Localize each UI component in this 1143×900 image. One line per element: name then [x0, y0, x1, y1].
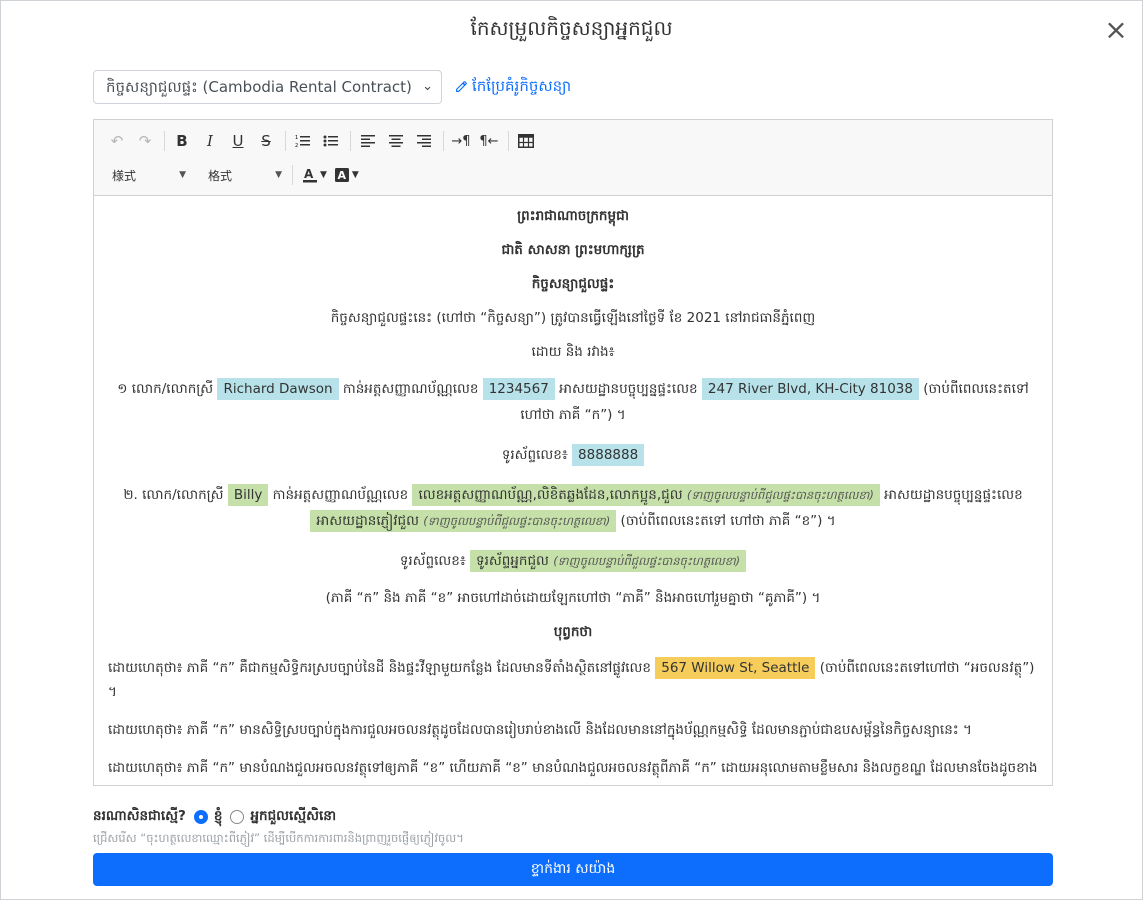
text-color-icon: A: [303, 167, 317, 183]
signer-option-me-label[interactable]: ខ្ញុំ: [214, 807, 223, 827]
edit-icon: [456, 81, 467, 92]
signer-option-me-radio[interactable]: [193, 810, 208, 824]
party2-prefix: ២. លោក/លោកស្រី: [123, 487, 224, 503]
doc-between: ដោយ និង រវាង៖: [531, 344, 615, 360]
signer-option-tenant-radio[interactable]: [230, 810, 245, 824]
rich-text-editor: ↶ ↷ B I U S 12 →¶ ¶← 様式 ▼ 格式 ▼ A ▼ A ▼ ព…: [93, 119, 1053, 786]
toolbar-separator: [350, 131, 351, 151]
toolbar-separator: [443, 131, 444, 151]
party2-address-hint: (ទាញចូលបន្ទាប់ពីជួលផ្ទះបានចុះហត្ថលេខា): [423, 514, 611, 528]
align-right-icon[interactable]: [411, 128, 437, 154]
rtl-icon[interactable]: ¶←: [476, 128, 502, 154]
chevron-down-icon: ▼: [320, 170, 327, 180]
signer-row: នរណាសិនជាស្មើ? ខ្ញុំ អ្នកជួលស្មើសិនោ: [93, 807, 1053, 827]
doc-heading-motto: ជាតិ សាសនា ព្រះមហាក្សត្រ: [501, 242, 645, 258]
align-left-icon[interactable]: [355, 128, 381, 154]
whereas-2: ដោយហេតុថា៖ ភាគី “ក” មានសិទ្ធិស្របច្បាប់ក…: [108, 722, 972, 738]
party2-address-placeholder: អាសយដ្ឋានភ្ញៀវជួល: [316, 513, 419, 529]
party2-phone-placeholder: ទូរស័ព្ទអ្នកជួល: [476, 553, 549, 569]
toolbar-separator: [292, 165, 293, 185]
edit-contract-modal: កែសម្រួលកិច្ចសន្យាអ្នកជួល × កិច្ចសន្យាជួ…: [0, 0, 1143, 900]
template-select[interactable]: កិច្ចសន្យាជួលផ្ទះ (Cambodia Rental Contr…: [93, 70, 442, 104]
toolbar-separator: [508, 131, 509, 151]
party1-address-label: អាសយដ្ឋានបច្ចុប្បន្នផ្ទះលេខ: [559, 381, 698, 397]
party2-address-label: អាសយដ្ឋានបច្ចុប្បន្នផ្ទះលេខ: [884, 487, 1023, 503]
party2-suffix: (ចាប់ពីពេលនេះតទៅ ហៅថា ភាគី “ខ”) ។: [620, 513, 836, 529]
whereas-3: ដោយហេតុថា៖ ភាគី “ក” មានបំណងជួលអចលនវត្ថុទ…: [108, 760, 1038, 785]
party1-prefix: ១ លោក/លោកស្រី: [117, 381, 214, 397]
bullet-list-icon[interactable]: [318, 128, 344, 154]
party2-phone-hint: (ទាញចូលបន្ទាប់ពីជួលផ្ទះបានចុះហត្ថលេខា): [553, 554, 741, 568]
toolbar-separator: [285, 131, 286, 151]
party1-phone-paragraph: ទូរស័ព្ទលេខ៖ 8888888: [108, 442, 1038, 468]
editor-toolbar: ↶ ↷ B I U S 12 →¶ ¶← 様式 ▼ 格式 ▼ A ▼ A ▼: [94, 120, 1052, 196]
style-combo-label: 様式: [112, 168, 137, 183]
party1-phone-field[interactable]: 8888888: [572, 444, 645, 466]
property-address-field[interactable]: 567 Willow St, Seattle: [655, 657, 816, 679]
party2-phone-field[interactable]: ទូរស័ព្ទអ្នកជួល (ទាញចូលបន្ទាប់ពីជួលផ្ទះប…: [470, 550, 747, 572]
strikethrough-icon[interactable]: S: [253, 128, 279, 154]
svg-text:1: 1: [295, 135, 298, 141]
party2-address-field[interactable]: អាសយដ្ឋានភ្ញៀវជួល (ទាញចូលបន្ទាប់ពីជួលផ្ទ…: [310, 510, 617, 532]
document-content[interactable]: ព្រះរាជាណាចក្រកម្ពុជា ជាតិ សាសនា ព្រះមហា…: [94, 196, 1052, 785]
toolbar-row-2: 様式 ▼ 格式 ▼ A ▼ A ▼: [104, 162, 359, 188]
svg-text:A: A: [304, 167, 314, 181]
chevron-down-icon: ▼: [179, 170, 186, 180]
party2-paragraph: ២. លោក/លោកស្រី Billy កាន់អត្តសញ្ញាណប័ណ្ណ…: [108, 482, 1038, 534]
signer-help-text: ជ្រើសរើស “ចុះហត្ថលេខាឈ្មោះពីភ្ញៀវ” ដើម្ប…: [93, 831, 464, 845]
whereas-1-text: ដោយហេតុថា៖ ភាគី “ក” គឺជាកម្មសិទ្ធិករស្រប…: [108, 660, 651, 676]
template-select-value: កិច្ចសន្យាជួលផ្ទះ (Cambodia Rental Contr…: [106, 78, 412, 96]
party1-paragraph: ១ លោក/លោកស្រី Richard Dawson កាន់អត្តសញ្…: [108, 376, 1038, 428]
align-center-icon[interactable]: [383, 128, 409, 154]
party2-id-field[interactable]: លេខអត្តសញ្ញាណប័ណ្ណ,លិខិតឆ្លងដែន,លោកប្អូន…: [412, 484, 880, 506]
party2-id-label: កាន់អត្តសញ្ញាណប័ណ្ណលេខ: [272, 487, 409, 503]
format-combo-label: 格式: [208, 168, 233, 183]
background-color-button[interactable]: A ▼: [334, 168, 359, 182]
party1-name-field[interactable]: Richard Dawson: [217, 378, 339, 400]
party2-phone-label: ទូរស័ព្ទលេខ៖: [399, 553, 466, 569]
parties-note: (ភាគី “ក” និង ភាគី “ខ” អាចហៅដាច់ដោយឡែកហៅ…: [325, 590, 821, 606]
chevron-down-icon: ⌄: [422, 79, 433, 94]
chevron-down-icon: ▼: [275, 170, 282, 180]
undo-icon[interactable]: ↶: [104, 128, 130, 154]
redo-icon[interactable]: ↷: [132, 128, 158, 154]
background-color-icon: A: [334, 168, 349, 182]
ltr-icon[interactable]: →¶: [448, 128, 474, 154]
party1-phone-label: ទូរស័ព្ទលេខ៖: [501, 447, 568, 463]
bold-icon[interactable]: B: [169, 128, 195, 154]
whereas-1: ដោយហេតុថា៖ ភាគី “ក” គឺជាកម្មសិទ្ធិករស្រប…: [108, 656, 1038, 704]
edit-template-link[interactable]: កែប្រែគំរូកិច្ចសន្យា: [455, 77, 571, 99]
edit-template-label: កែប្រែគំរូកិច្ចសន្យា: [472, 77, 572, 95]
close-icon[interactable]: ×: [1104, 16, 1128, 44]
doc-intro: កិច្ចសន្យាជួលផ្ទះនេះ (ហៅថា “កិច្ចសន្យា”)…: [330, 310, 816, 326]
party2-phone-paragraph: ទូរស័ព្ទលេខ៖ ទូរស័ព្ទអ្នកជួល (ទាញចូលបន្ទ…: [108, 548, 1038, 574]
toolbar-row-1: ↶ ↷ B I U S 12 →¶ ¶←: [104, 128, 541, 154]
signer-option-tenant-label[interactable]: អ្នកជួលស្មើសិនោ: [250, 807, 336, 827]
submit-button[interactable]: ខ្ទាក់ងារ សយ៉ាង: [93, 853, 1053, 886]
modal-title: កែសម្រួលកិច្ចសន្យាអ្នកជួល: [470, 16, 673, 40]
underline-icon[interactable]: U: [225, 128, 251, 154]
party1-id-field[interactable]: 1234567: [482, 378, 555, 400]
party2-id-hint: (ទាញចូលបន្ទាប់ពីជួលផ្ទះបានចុះហត្ថលេខា): [686, 488, 874, 502]
table-icon[interactable]: [513, 128, 539, 154]
party2-name-field[interactable]: Billy: [227, 484, 269, 506]
signer-question: នរណាសិនជាស្មើ?: [93, 808, 186, 824]
toolbar-separator: [164, 131, 165, 151]
text-color-button[interactable]: A ▼: [303, 167, 327, 183]
style-combo[interactable]: 様式 ▼: [104, 163, 192, 187]
ordered-list-icon[interactable]: 12: [290, 128, 316, 154]
preamble-title: បុព្វកថា: [553, 624, 593, 640]
doc-heading-title: កិច្ចសន្យាជួលផ្ទះ: [531, 276, 615, 292]
template-row: កិច្ចសន្យាជួលផ្ទះ (Cambodia Rental Contr…: [93, 70, 1053, 104]
party1-id-label: កាន់អត្តសញ្ញាណប័ណ្ណលេខ: [342, 381, 479, 397]
italic-icon[interactable]: I: [197, 128, 223, 154]
format-combo[interactable]: 格式 ▼: [200, 163, 288, 187]
party2-id-placeholder: លេខអត្តសញ្ញាណប័ណ្ណ,លិខិតឆ្លងដែន,លោកប្អូន…: [418, 487, 683, 503]
svg-text:A: A: [337, 169, 346, 182]
doc-heading-kingdom: ព្រះរាជាណាចក្រកម្ពុជា: [517, 208, 629, 224]
party1-address-field[interactable]: 247 River Blvd, KH-City 81038: [701, 378, 919, 400]
svg-text:2: 2: [295, 143, 298, 148]
chevron-down-icon: ▼: [351, 170, 359, 180]
